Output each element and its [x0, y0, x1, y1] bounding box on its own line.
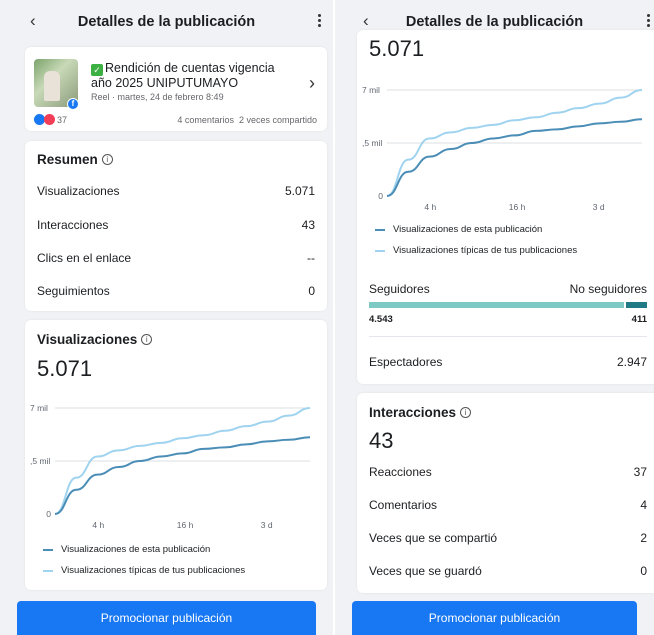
reactions[interactable]: 37	[34, 114, 67, 125]
interactions-row-shares[interactable]: Veces que se compartió 2	[369, 531, 647, 545]
views-card: Visualizaciones i 5.071 0 ,5 mil 7 mil 4 h 16…	[25, 320, 327, 590]
post-card[interactable]: f ✓ Rendición de cuentas vigencia año 202…	[25, 47, 327, 131]
series-line	[386, 118, 643, 197]
comments-count: 4 comentarios	[177, 115, 234, 125]
legend-swatch	[375, 228, 385, 231]
x-tick-label: 3 d	[261, 520, 273, 530]
reaction-count: 37	[57, 114, 68, 125]
info-icon[interactable]: i	[101, 154, 113, 165]
summary-row-follows[interactable]: Seguimientos 0	[37, 284, 315, 298]
views-total: 5.071	[37, 356, 93, 381]
page-title: Detalles de la publicación	[405, 14, 584, 30]
viewers-row[interactable]: Espectadores 2.947	[369, 355, 647, 369]
legend-item-typical: Visualizaciones típicas de tus publicaci…	[43, 565, 245, 576]
followers-values: 4.543 411	[369, 314, 647, 325]
love-icon	[44, 114, 55, 125]
interactions-row-comments[interactable]: Comentarios 4	[369, 498, 647, 512]
interactions-row-saves[interactable]: Veces que se guardó 0	[369, 564, 647, 578]
y-tick-label: 7 mil	[362, 85, 380, 95]
x-tick-label: 16 h	[509, 202, 526, 212]
summary-row-views[interactable]: Visualizaciones 5.071	[37, 184, 315, 198]
facebook-icon: f	[67, 98, 79, 110]
y-tick-label: 0	[378, 191, 383, 201]
info-icon[interactable]: i	[460, 407, 472, 418]
right-screen: ‹ Detalles de la publicación 5.071 0 ,5 m…	[335, 0, 654, 635]
followers-bar	[369, 302, 647, 308]
legend-swatch	[375, 249, 385, 252]
x-tick-label: 4 h	[92, 520, 104, 530]
x-tick-label: 4 h	[424, 202, 436, 212]
checkmark-icon: ✓	[91, 64, 103, 76]
left-screen: ‹ Detalles de la publicación f ✓ Rendició…	[0, 0, 333, 635]
interactions-card: Interacciones i 43 Reacciones 37 Comentari…	[357, 393, 654, 593]
y-tick-label: ,5 mil	[362, 138, 382, 148]
summary-row-link-clicks[interactable]: Clics en el enlace --	[37, 251, 315, 265]
y-tick-label: 7 mil	[30, 403, 48, 413]
more-vertical-icon[interactable]	[318, 14, 321, 27]
back-icon[interactable]: ‹	[363, 11, 369, 31]
interactions-row-reactions[interactable]: Reacciones 37	[369, 465, 647, 479]
post-title: ✓ Rendición de cuentas vigencia año 2025 …	[91, 61, 275, 90]
y-tick-label: ,5 mil	[30, 456, 50, 466]
followers-bar-fill	[369, 302, 624, 308]
views-chart: 0 ,5 mil 7 mil 4 h 16 h 3 d	[30, 403, 311, 530]
chevron-right-icon[interactable]: ›	[309, 73, 315, 94]
back-icon[interactable]: ‹	[30, 11, 36, 31]
views-total: 5.071	[369, 36, 425, 61]
post-meta: Reel · martes, 24 de febrero 8:49	[91, 92, 224, 102]
legend-swatch	[43, 548, 53, 551]
interactions-title: Interacciones i	[369, 405, 472, 420]
series-line	[54, 436, 311, 515]
info-icon[interactable]: i	[141, 334, 153, 345]
divider	[369, 336, 647, 337]
legend-item-this-post: Visualizaciones de esta publicación	[43, 544, 210, 555]
more-vertical-icon[interactable]	[647, 14, 650, 27]
post-stats[interactable]: 4 comentarios 2 veces compartido	[177, 115, 317, 125]
y-tick-label: 0	[46, 509, 51, 519]
legend-item-this-post: Visualizaciones de esta publicación	[375, 224, 542, 235]
x-tick-label: 3 d	[593, 202, 605, 212]
promote-button[interactable]: Promocionar publicación	[352, 601, 637, 635]
summary-row-interactions[interactable]: Interacciones 43	[37, 218, 315, 232]
views-title: Visualizaciones i	[37, 332, 153, 347]
followers-labels: Seguidores No seguidores	[369, 282, 647, 296]
views-card: 5.071 0 ,5 mil 7 mil 4 h 16 h 3 d Visualizaci…	[357, 30, 654, 384]
x-tick-label: 16 h	[177, 520, 194, 530]
views-chart: 0 ,5 mil 7 mil 4 h 16 h 3 d	[362, 85, 643, 212]
legend-item-typical: Visualizaciones típicas de tus publicaci…	[375, 245, 577, 256]
legend-swatch	[43, 569, 53, 572]
top-bar: ‹ Detalles de la publicación	[0, 0, 333, 44]
interactions-total: 43	[369, 428, 394, 453]
shares-count: 2 veces compartido	[238, 115, 317, 125]
summary-card: Resumen i Visualizaciones 5.071 Interaccio…	[25, 141, 327, 311]
non-followers-bar-fill	[625, 302, 647, 308]
promote-button[interactable]: Promocionar publicación	[17, 601, 316, 635]
page-title: Detalles de la publicación	[77, 14, 256, 30]
summary-title: Resumen i	[37, 152, 113, 167]
